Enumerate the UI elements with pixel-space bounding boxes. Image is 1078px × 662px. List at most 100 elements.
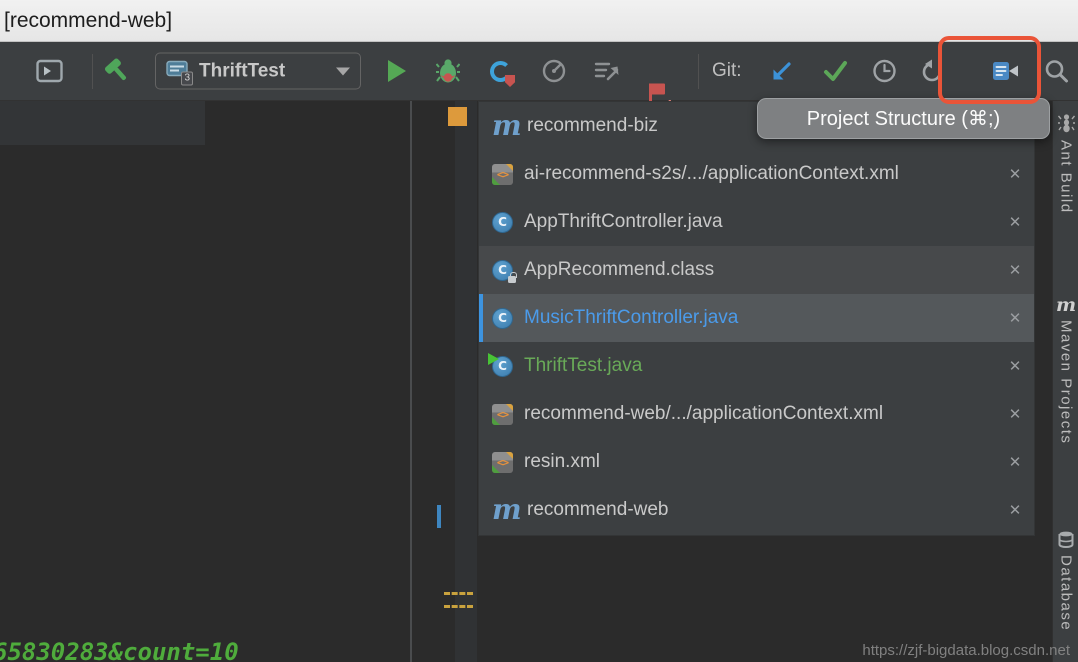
stripe-dash-1 xyxy=(444,592,473,595)
search-everywhere-button[interactable] xyxy=(1044,59,1069,84)
close-icon[interactable]: ✕ xyxy=(1006,405,1024,423)
checkmark-icon xyxy=(823,59,848,83)
close-icon[interactable]: ✕ xyxy=(1006,213,1024,231)
close-icon[interactable]: ✕ xyxy=(1006,165,1024,183)
list-item[interactable]: C AppThriftController.java ✕ xyxy=(479,198,1034,246)
lines-arrow-icon xyxy=(594,59,620,83)
editor-code-fragment: 65830283&count=10 xyxy=(0,638,239,662)
toolwindow-label: Maven Projects xyxy=(1058,320,1075,444)
error-stripe-mark-blue xyxy=(437,505,441,528)
lock-icon xyxy=(508,276,516,283)
class-letter: C xyxy=(498,311,507,325)
close-icon[interactable]: ✕ xyxy=(1006,453,1024,471)
run-toolwindow-button[interactable] xyxy=(36,60,63,83)
toolbar-separator xyxy=(698,54,699,89)
terminal-icon xyxy=(36,60,63,83)
list-item-label: resin.xml xyxy=(524,451,995,473)
update-arrow-icon xyxy=(770,59,794,83)
revert-button[interactable] xyxy=(920,59,944,83)
toolwindow-label: Database xyxy=(1058,555,1075,631)
window-title: [recommend-web] xyxy=(4,9,172,33)
list-item-label: AppThriftController.java xyxy=(524,211,995,233)
project-structure-button[interactable] xyxy=(992,59,1019,83)
toolwindow-label: Ant Build xyxy=(1058,140,1075,214)
list-item-label: AppRecommend.class xyxy=(524,259,995,281)
xml-file-icon: <> xyxy=(492,164,513,185)
toolbar-separator xyxy=(92,54,93,89)
close-icon[interactable]: ✕ xyxy=(1006,309,1024,327)
attach-profiler-button[interactable] xyxy=(594,59,620,83)
toolwindow-database[interactable]: Database xyxy=(1053,531,1078,631)
watermark-url: https://zjf-bigdata.blog.csdn.net xyxy=(862,642,1070,659)
run-config-label: ThriftTest xyxy=(199,60,327,82)
main-toolbar: 3 ThriftTest xyxy=(0,42,1078,101)
maven-module-icon: m xyxy=(492,500,516,520)
chevron-down-icon xyxy=(336,67,350,75)
java-class-icon: C xyxy=(492,212,513,233)
debug-button[interactable] xyxy=(436,57,460,85)
error-stripe-mark-orange xyxy=(448,107,467,126)
list-item[interactable]: <> recommend-web/.../applicationContext.… xyxy=(479,390,1034,438)
list-item[interactable]: <> ai-recommend-s2s/.../applicationConte… xyxy=(479,150,1034,198)
toolwindow-maven-projects[interactable]: m Maven Projects xyxy=(1053,297,1078,444)
git-group-label: Git: xyxy=(712,60,742,82)
editor-scrollbar[interactable] xyxy=(455,101,477,662)
list-item-selected[interactable]: C MusicThriftController.java ✕ xyxy=(479,294,1034,342)
list-item[interactable]: <> resin.xml ✕ xyxy=(479,438,1034,486)
run-with-profiler-button[interactable] xyxy=(541,58,567,84)
class-letter: C xyxy=(498,359,507,373)
close-icon[interactable]: ✕ xyxy=(1006,261,1024,279)
run-overlay-icon xyxy=(488,353,499,365)
clock-icon xyxy=(872,59,897,84)
vcs-commit-button[interactable] xyxy=(823,59,848,83)
play-icon xyxy=(388,60,406,82)
coverage-shield-icon xyxy=(505,75,515,87)
run-configuration-select[interactable]: 3 ThriftTest xyxy=(155,53,361,90)
recent-files-popup: m recommend-biz <> ai-recommend-s2s/.../… xyxy=(478,101,1035,536)
maven-module-icon: m xyxy=(492,116,516,136)
title-bar: [recommend-web] xyxy=(0,0,1078,42)
vcs-update-button[interactable] xyxy=(770,59,794,83)
ide-window: 65830283&count=10 [recommend-web] xyxy=(0,0,1078,662)
list-item-label: ai-recommend-s2s/.../applicationContext.… xyxy=(524,163,995,185)
database-icon xyxy=(1058,531,1074,548)
search-icon xyxy=(1044,59,1069,84)
close-icon[interactable]: ✕ xyxy=(1006,357,1024,375)
list-item-label: recommend-web xyxy=(527,499,995,521)
revert-arrow-icon xyxy=(920,59,944,83)
xml-glyph: <> xyxy=(497,168,508,181)
java-class-icon: C xyxy=(492,308,513,329)
list-item-label: MusicThriftController.java xyxy=(524,307,995,329)
hammer-icon xyxy=(103,56,133,86)
editor-divider xyxy=(410,101,412,662)
run-button[interactable] xyxy=(388,60,406,82)
build-button[interactable] xyxy=(103,56,133,86)
flag-cloth xyxy=(651,84,665,95)
list-item-label: recommend-web/.../applicationContext.xml xyxy=(524,403,995,425)
xml-glyph: <> xyxy=(497,456,508,469)
list-item[interactable]: C AppRecommend.class ✕ xyxy=(479,246,1034,294)
tooltip-text: Project Structure (⌘;) xyxy=(807,106,1000,131)
list-item[interactable]: m recommend-web ✕ xyxy=(479,486,1034,534)
class-letter: C xyxy=(498,215,507,229)
java-runnable-class-icon: C xyxy=(492,356,513,377)
maven-icon: m xyxy=(1056,297,1076,313)
close-icon[interactable]: ✕ xyxy=(1006,501,1024,519)
run-with-coverage-button[interactable] xyxy=(488,59,512,83)
xml-glyph: <> xyxy=(497,408,508,421)
xml-file-icon: <> xyxy=(492,404,513,425)
class-letter: C xyxy=(498,263,507,277)
xml-file-icon: <> xyxy=(492,452,513,473)
right-toolwindow-stripe: Ant Build m Maven Projects Database xyxy=(1052,101,1078,662)
git-label: Git: xyxy=(712,60,742,82)
editor-highlight-block xyxy=(0,101,205,145)
toolwindow-ant-build[interactable]: Ant Build xyxy=(1053,113,1078,214)
history-button[interactable] xyxy=(872,59,897,84)
project-structure-icon xyxy=(992,59,1019,83)
list-item[interactable]: C ThriftTest.java ✕ xyxy=(479,342,1034,390)
tooltip-project-structure: Project Structure (⌘;) xyxy=(757,98,1050,139)
stripe-dash-2 xyxy=(444,605,473,608)
run-config-icon: 3 xyxy=(166,60,190,82)
ant-icon xyxy=(1058,113,1075,133)
debug-bug-icon xyxy=(436,57,460,85)
